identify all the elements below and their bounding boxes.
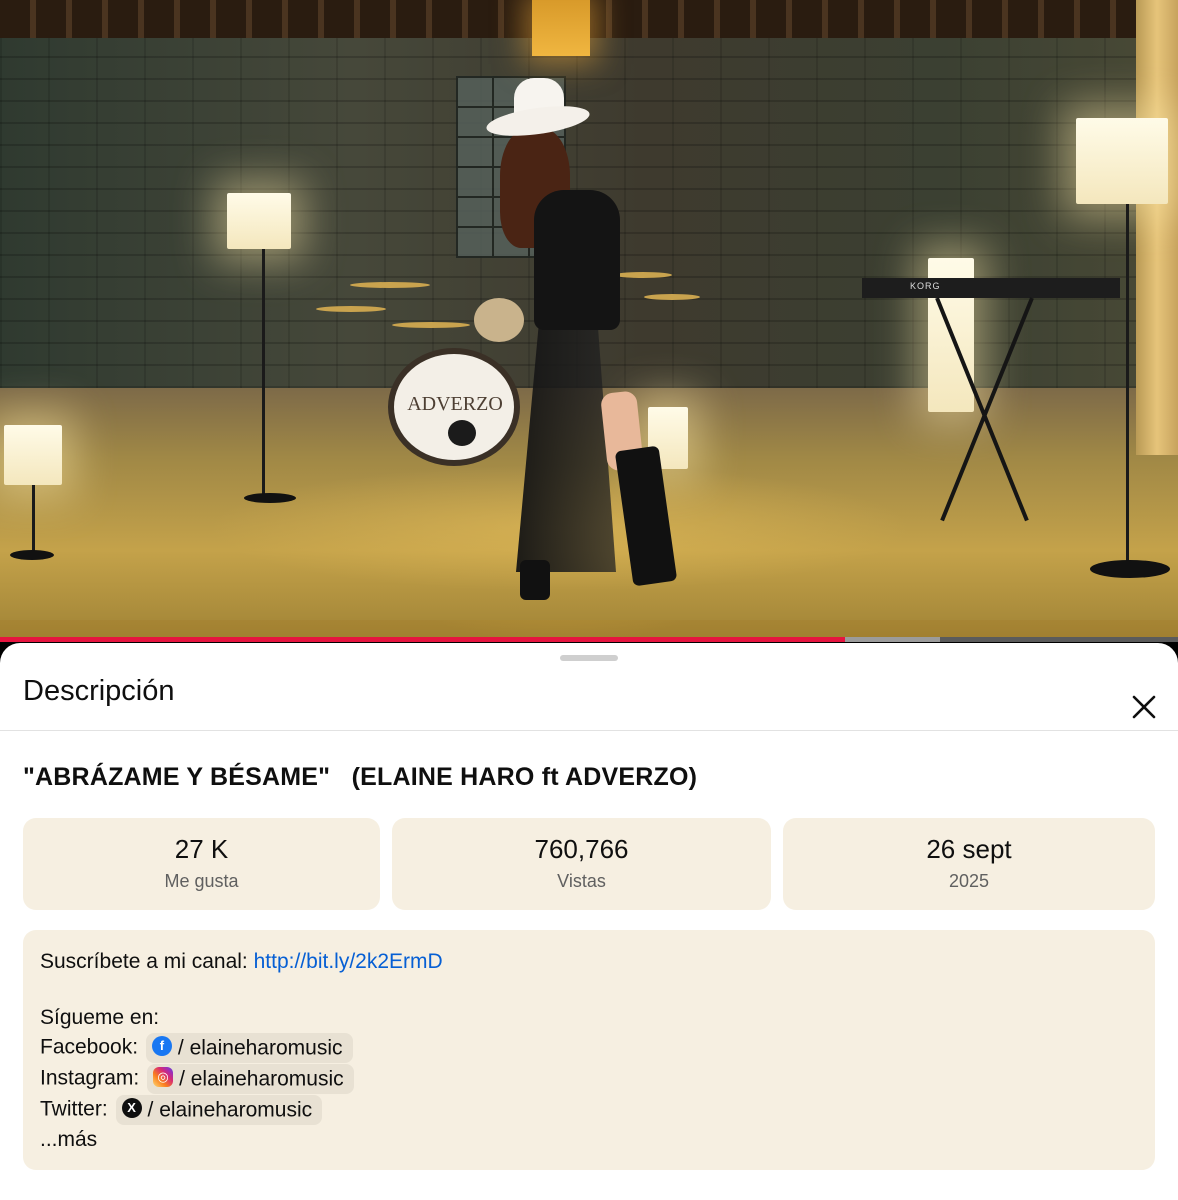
video-performer-boot <box>520 560 550 600</box>
likes-label: Me gusta <box>164 871 239 891</box>
facebook-line: Facebook: f / elaineharomusic <box>40 1033 353 1063</box>
likes-stat-card: 27 K Me gusta <box>23 818 380 910</box>
video-progress-bar[interactable] <box>0 637 1178 642</box>
facebook-label: Facebook: <box>40 1035 139 1059</box>
more-link[interactable]: ...más <box>40 1128 97 1152</box>
video-lamp-shade <box>227 193 291 249</box>
instagram-link-chip[interactable]: ◎ / elaineharomusic <box>147 1064 354 1094</box>
video-title: "ABRÁZAME Y BÉSAME" (ELAINE HARO ft ADVE… <box>23 763 698 791</box>
sheet-header: Descripción <box>0 663 1178 731</box>
video-lamp-shade <box>1076 118 1168 204</box>
video-performer-torso <box>534 190 620 330</box>
video-lamp-shade <box>4 425 62 485</box>
close-button[interactable] <box>1122 685 1166 729</box>
video-performer-hat <box>484 78 592 142</box>
close-icon <box>1132 695 1156 719</box>
video-player[interactable]: KORG ADVERZO <box>0 0 1178 640</box>
date-year: 2025 <box>948 871 990 891</box>
video-tom-drum <box>474 298 524 342</box>
facebook-handle: / elaineharomusic <box>177 1036 343 1060</box>
facebook-icon: f <box>151 1036 172 1057</box>
x-icon: X <box>121 1098 142 1119</box>
video-lamp-base <box>10 550 54 560</box>
video-lamp-base <box>1090 560 1170 578</box>
date-value: 26 sept <box>926 834 1012 864</box>
video-lamp-pole <box>262 249 265 495</box>
subscribe-prefix: Suscríbete a mi canal: <box>40 950 254 973</box>
twitter-link-chip[interactable]: X / elaineharomusic <box>115 1095 323 1125</box>
video-drum-brand: ADVERZO <box>407 393 503 415</box>
instagram-icon: ◎ <box>153 1067 174 1088</box>
date-stat-card: 26 sept 2025 <box>783 818 1155 910</box>
subscribe-link[interactable]: http://bit.ly/2k2ErmD <box>254 950 443 973</box>
twitter-handle: / elaineharomusic <box>147 1098 313 1122</box>
views-value: 760,766 <box>534 834 629 864</box>
follow-heading: Sígueme en: <box>40 1006 160 1029</box>
video-progress-played <box>0 637 845 642</box>
instagram-handle: / elaineharomusic <box>179 1067 344 1091</box>
video-drum-port <box>448 420 476 446</box>
instagram-line: Instagram: ◎ / elaineharomusic <box>40 1064 354 1094</box>
video-lamp-pole <box>32 485 35 551</box>
video-keyboard <box>862 278 1120 298</box>
video-cymbal <box>316 306 386 312</box>
views-label: Vistas <box>557 871 606 891</box>
facebook-link-chip[interactable]: f / elaineharomusic <box>145 1033 353 1063</box>
likes-value: 27 K <box>174 834 229 864</box>
video-lamp-base <box>244 493 296 503</box>
video-cymbal <box>392 322 470 328</box>
video-pendant-lamp <box>532 0 590 56</box>
twitter-line: Twitter: X / elaineharomusic <box>40 1095 323 1125</box>
video-lamp-pole <box>1126 204 1129 566</box>
instagram-label: Instagram: <box>40 1066 140 1090</box>
video-cymbal <box>614 272 672 278</box>
views-stat-card: 760,766 Vistas <box>392 818 771 910</box>
video-cymbal <box>644 294 700 300</box>
subscribe-line: Suscríbete a mi canal: http://bit.ly/2k2… <box>40 950 443 974</box>
video-keyboard-brand: KORG <box>910 281 941 291</box>
description-box[interactable]: Suscríbete a mi canal: http://bit.ly/2k2… <box>23 930 1155 1170</box>
twitter-label: Twitter: <box>40 1097 108 1121</box>
video-cymbal <box>350 282 430 288</box>
sheet-title: Descripción <box>23 675 175 707</box>
description-sheet: Descripción "ABRÁZAME Y BÉSAME" (ELAINE … <box>0 643 1178 1200</box>
sheet-drag-handle[interactable] <box>560 655 618 661</box>
video-pillar <box>1136 0 1178 455</box>
